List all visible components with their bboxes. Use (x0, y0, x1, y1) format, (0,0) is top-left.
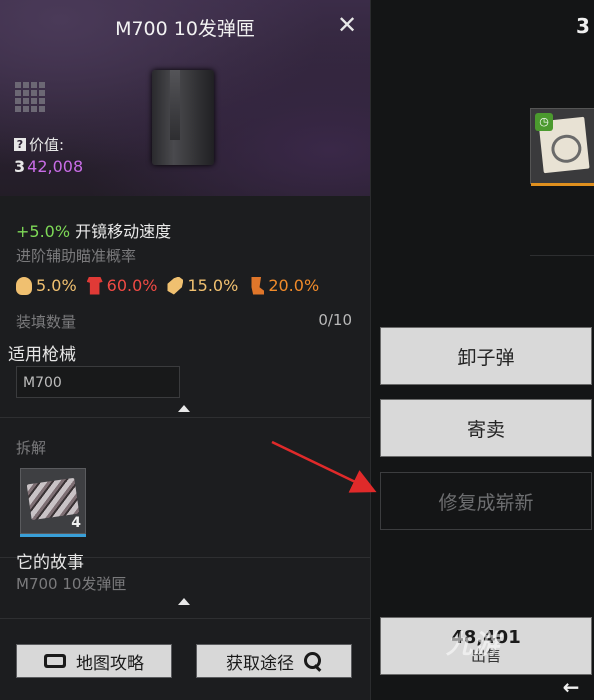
rarity-bar (531, 183, 594, 186)
stat-main: +5.0% 开镜移动速度 (16, 218, 171, 242)
back-arrow-icon[interactable]: ← (548, 674, 594, 700)
value-amount-row: 3 42,008 (14, 157, 83, 176)
stat-main-text: 开镜移动速度 (75, 222, 172, 241)
chest-icon (86, 276, 103, 295)
capacity-label: 装填数量 (16, 313, 77, 331)
disassemble-material-item[interactable]: 4 (20, 468, 86, 537)
leg-icon (251, 276, 265, 295)
clock-icon: ◷ (535, 113, 553, 131)
top-right-number: 3 (576, 14, 590, 38)
part-arm-value: 15.0% (187, 276, 239, 295)
item-detail-panel: M700 10发弹匣 ✕ ? 价值: 3 42,008 +5.0% 开镜移动速度… (0, 0, 371, 700)
stat-sub: 进阶辅助瞄准概率 (16, 247, 137, 265)
part-chest-value: 60.0% (106, 276, 158, 295)
grid-size-icon (15, 82, 45, 112)
part-head: 5.0% (16, 276, 77, 295)
material-bars-image (26, 477, 80, 521)
head-icon (16, 276, 32, 295)
consign-button[interactable]: 寄卖 (380, 399, 592, 457)
part-leg: 20.0% (248, 276, 319, 295)
material-underline (20, 534, 86, 537)
part-leg-value: 20.0% (268, 276, 320, 295)
collapse-story-icon[interactable] (178, 598, 190, 605)
weapon-item[interactable]: M700 (16, 366, 180, 398)
acquire-button[interactable]: 获取途径 (196, 644, 352, 678)
part-chest: 60.0% (86, 276, 158, 295)
item-title: M700 10发弹匣 (115, 18, 255, 40)
arm-icon (167, 276, 184, 295)
panel-header: M700 10发弹匣 ✕ ? 价值: 3 42,008 (0, 0, 370, 196)
collapse-weapons-icon[interactable] (178, 405, 190, 412)
part-arm: 15.0% (167, 276, 238, 295)
map-icon (44, 654, 66, 668)
acquire-label: 获取途径 (226, 653, 294, 674)
capacity-value: 0/10 (318, 311, 352, 329)
close-icon[interactable]: ✕ (334, 12, 360, 38)
coin-icon: 3 (14, 157, 26, 176)
unload-ammo-button[interactable]: 卸子弹 (380, 327, 592, 385)
magazine-image (152, 70, 214, 165)
divider (0, 618, 370, 619)
body-part-stats: 5.0% 60.0% 15.0% 20.0% (16, 276, 319, 295)
weapons-title: 适用枪械 (8, 345, 76, 365)
value-label: 价值: (29, 136, 65, 154)
watermark-logo: 九游 (446, 630, 501, 660)
map-guide-label: 地图攻略 (76, 653, 144, 674)
repair-button[interactable]: 修复成崭新 (380, 472, 592, 530)
divider (0, 417, 370, 418)
search-icon (304, 652, 322, 670)
material-quantity: 4 (71, 515, 81, 531)
map-guide-button[interactable]: 地图攻略 (16, 644, 172, 678)
stat-main-value: +5.0% (16, 222, 71, 241)
value-label-row: ? 价值: (14, 134, 64, 155)
value-amount: 42,008 (27, 157, 84, 176)
story-title: 它的故事 (16, 553, 84, 573)
slot-divider (530, 255, 594, 256)
story-text: M700 10发弹匣 (16, 575, 127, 593)
inventory-slot-item[interactable]: ◷ (530, 108, 594, 186)
part-head-value: 5.0% (36, 276, 77, 295)
disassemble-label: 拆解 (16, 439, 47, 457)
question-icon[interactable]: ? (14, 138, 26, 151)
